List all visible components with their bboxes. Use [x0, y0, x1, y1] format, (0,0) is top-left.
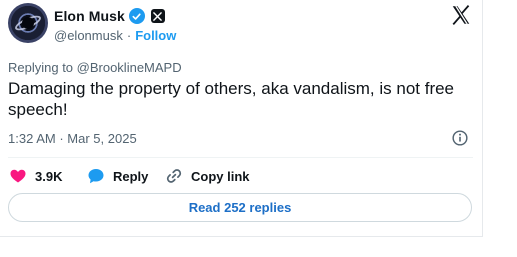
avatar[interactable] — [8, 3, 48, 43]
x-affiliate-badge-icon — [150, 9, 165, 23]
reply-button[interactable]: Reply — [86, 166, 164, 186]
tweet-text: Damaging the property of others, aka van… — [8, 79, 455, 119]
verified-badge-icon — [128, 8, 145, 24]
tweet-date: Mar 5, 2025 — [67, 131, 137, 146]
like-button[interactable]: 3.9K — [8, 166, 86, 186]
heart-icon — [10, 169, 26, 183]
action-bar: 3.9K Reply Copy link — [8, 166, 250, 186]
author-handle[interactable]: @elonmusk — [54, 28, 123, 43]
like-count: 3.9K — [35, 168, 63, 184]
info-icon[interactable] — [451, 129, 469, 147]
author-handle-row: @elonmusk · Follow — [54, 28, 176, 43]
divider — [8, 157, 473, 158]
tweet-embed-card: Elon Musk @elonmusk · Follow Replying to… — [0, 0, 483, 237]
tweet-time: 1:32 AM — [8, 131, 56, 146]
tweet-timestamp[interactable]: 1:32 AM · Mar 5, 2025 — [8, 131, 137, 146]
handle-separator: · — [126, 28, 132, 43]
follow-button[interactable]: Follow — [135, 28, 176, 43]
copy-link-button[interactable]: Copy link — [164, 166, 250, 186]
link-icon — [166, 169, 182, 183]
avatar-core — [22, 17, 34, 29]
x-logo-icon[interactable] — [450, 4, 472, 26]
reply-label: Reply — [113, 168, 149, 184]
reply-bubble-icon — [88, 169, 104, 184]
copy-link-label: Copy link — [191, 168, 250, 184]
replying-to[interactable]: Replying to @BrooklineMAPD — [8, 60, 182, 75]
meta-separator: · — [59, 131, 64, 146]
author-name[interactable]: Elon Musk — [54, 8, 125, 24]
read-replies-button[interactable]: Read 252 replies — [8, 193, 472, 222]
author-name-row: Elon Musk — [54, 7, 165, 25]
